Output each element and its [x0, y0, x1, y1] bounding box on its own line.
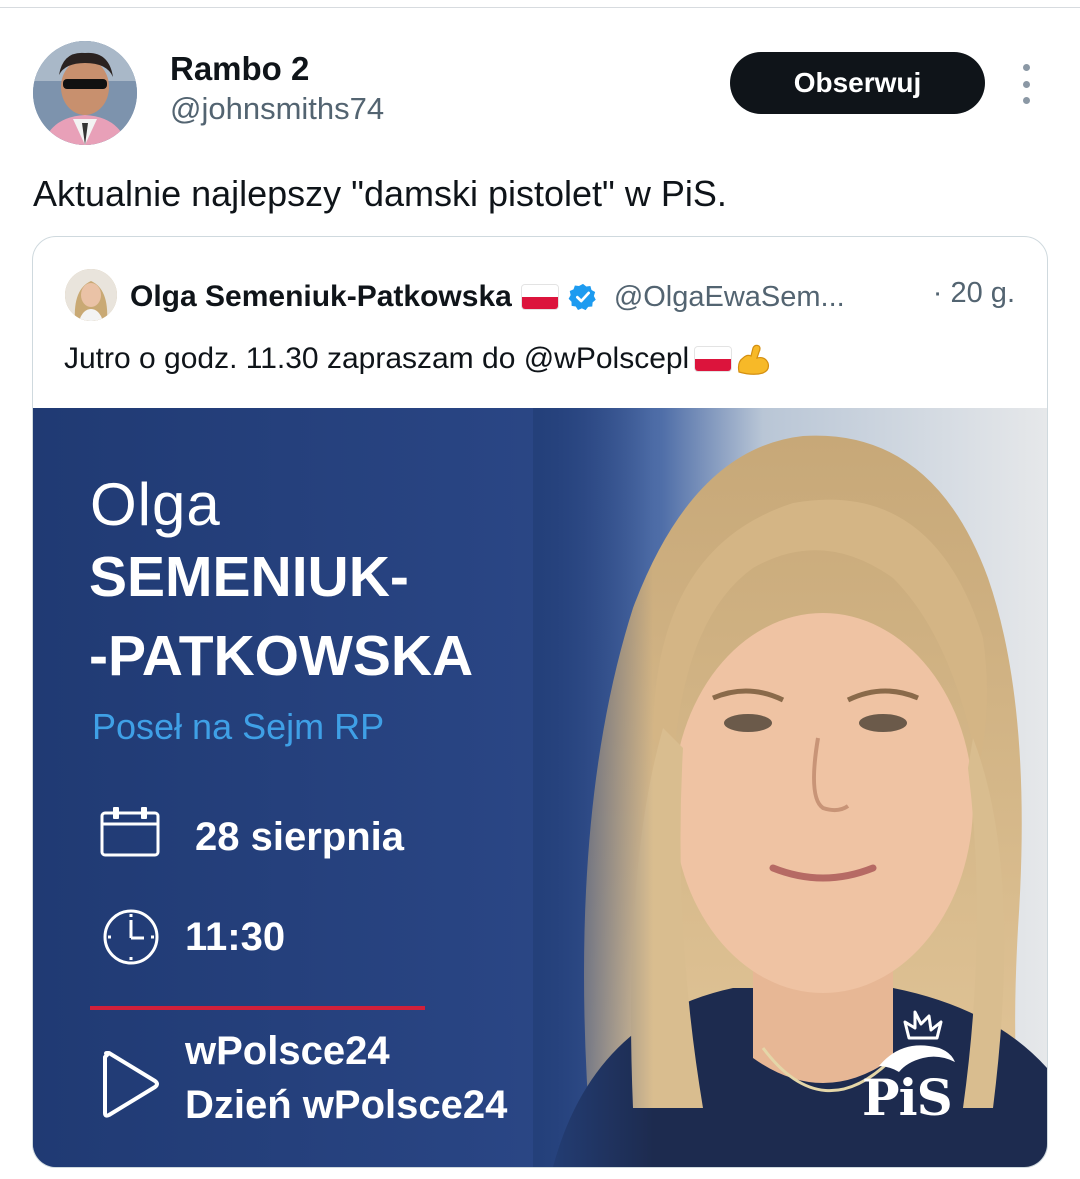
author-avatar[interactable] [33, 41, 137, 145]
top-divider [0, 7, 1080, 8]
media-date: 28 sierpnia [195, 815, 405, 859]
media-channel-line1: wPolsce24 [185, 1029, 390, 1073]
pis-logo-text: PiS [862, 1068, 953, 1127]
poland-flag-icon [695, 347, 732, 371]
tweet-text: Aktualnie najlepszy "damski pistolet" w … [33, 173, 727, 214]
quoted-author-name[interactable]: Olga Semeniuk-Patkowska [130, 280, 512, 314]
verified-badge-icon [568, 283, 596, 311]
quoted-tweet-time[interactable]: · 20 g. [933, 277, 1015, 310]
media-channel-line2: Dzień wPolsce24 [185, 1083, 508, 1127]
quoted-tweet-text: Jutro o godz. 11.30 zapraszam do @wPolsc… [64, 342, 690, 375]
follow-button[interactable]: Obserwuj [730, 52, 985, 114]
media-divider [90, 1006, 425, 1010]
author-display-name[interactable]: Rambo 2 [170, 50, 309, 88]
clock-icon [103, 909, 159, 965]
media-first-name: Olga [90, 471, 221, 538]
poland-flag-icon [521, 285, 558, 309]
more-vertical-icon[interactable] [1011, 64, 1041, 104]
quoted-author-handle[interactable]: @OlgaEwaSem... [614, 281, 845, 314]
flexed-biceps-icon [738, 344, 770, 375]
quoted-author-avatar[interactable] [65, 269, 117, 321]
quoted-tweet-header: Olga Semeniuk-Patkowska @OlgaEwaSem... [130, 277, 845, 317]
media-time: 11:30 [185, 915, 286, 959]
author-handle[interactable]: @johnsmiths74 [170, 91, 384, 127]
calendar-icon [100, 807, 160, 857]
media-last-name-line2: -PATKOWSKA [89, 624, 474, 688]
media-role: Poseł na Sejm RP [92, 706, 385, 747]
quoted-tweet-card[interactable]: Olga Semeniuk-Patkowska @OlgaEwaSem... ·… [32, 236, 1048, 1168]
quoted-tweet-media[interactable]: Olga SEMENIUK- -PATKOWSKA Poseł na Sejm … [33, 408, 1047, 1167]
play-icon [103, 1051, 159, 1118]
quoted-tweet-text-row: Jutro o godz. 11.30 zapraszam do @wPolsc… [64, 342, 771, 376]
media-last-name-line1: SEMENIUK- [89, 545, 409, 609]
